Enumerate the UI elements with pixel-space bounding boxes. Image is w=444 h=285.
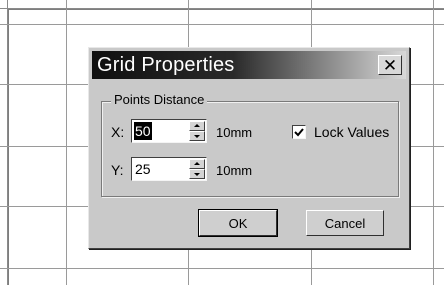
lock-values-label[interactable]: Lock Values <box>314 124 389 140</box>
group-label: Points Distance <box>111 92 208 107</box>
x-label: X: <box>111 124 125 140</box>
points-distance-group <box>101 101 399 197</box>
x-spin-up-button[interactable] <box>189 121 205 131</box>
grid-properties-dialog: Grid Properties ✕ Points Distance X: 50 … <box>88 47 410 249</box>
y-unit-label: 10mm <box>216 163 253 178</box>
y-spin-buttons <box>189 159 205 179</box>
y-spin-up-button[interactable] <box>189 159 205 169</box>
ok-button[interactable]: OK <box>198 209 278 237</box>
y-spinbox[interactable]: 25 <box>131 157 207 181</box>
grid-line <box>0 268 444 269</box>
x-unit-label: 10mm <box>216 125 253 140</box>
grid-line <box>66 0 67 285</box>
arrow-up-icon <box>194 162 200 165</box>
grid-line <box>433 0 434 285</box>
close-icon: ✕ <box>382 55 398 75</box>
y-spin-down-button[interactable] <box>189 169 205 179</box>
x-value-input[interactable]: 50 <box>134 122 152 140</box>
x-spin-down-button[interactable] <box>189 131 205 141</box>
cancel-button[interactable]: Cancel <box>306 210 384 236</box>
lock-values-checkbox[interactable] <box>292 125 306 139</box>
dialog-title: Grid Properties <box>97 54 235 76</box>
x-spinbox[interactable]: 50 <box>131 119 207 143</box>
arrow-down-icon <box>194 135 200 138</box>
x-spin-buttons <box>189 121 205 141</box>
y-label: Y: <box>111 162 124 178</box>
y-value-input[interactable]: 25 <box>134 160 152 178</box>
grid-line <box>0 24 444 25</box>
arrow-up-icon <box>194 124 200 127</box>
grid-line <box>7 0 8 285</box>
title-bar[interactable]: Grid Properties ✕ <box>92 51 406 79</box>
arrow-down-icon <box>194 173 200 176</box>
close-button[interactable]: ✕ <box>378 55 402 75</box>
grid-line <box>0 8 444 9</box>
checkmark-icon <box>294 128 304 137</box>
